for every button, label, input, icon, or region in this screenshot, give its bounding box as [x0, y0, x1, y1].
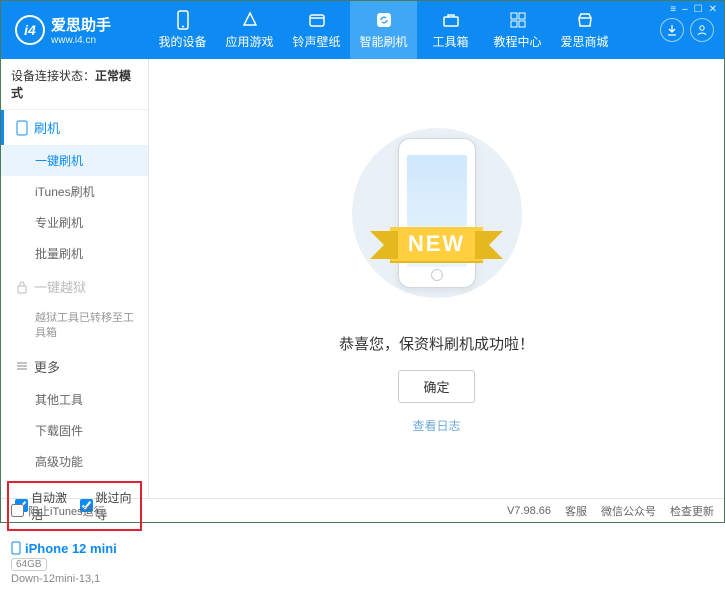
version-label: V7.98.66 — [507, 505, 551, 517]
nav-apps-games[interactable]: 应用游戏 — [216, 1, 283, 59]
download-button[interactable] — [660, 18, 684, 42]
support-link[interactable]: 客服 — [565, 503, 587, 519]
check-update-link[interactable]: 检查更新 — [670, 503, 714, 519]
ok-button[interactable]: 确定 — [398, 370, 474, 403]
success-message: 恭喜您，保资料刷机成功啦！ — [339, 333, 534, 354]
nav-tutorials[interactable]: 教程中心 — [484, 1, 551, 59]
app-site: www.i4.cn — [51, 35, 111, 46]
nav-store[interactable]: 爱思商城 — [551, 1, 618, 59]
app-header: i4 爱思助手 www.i4.cn 我的设备 应用游戏 铃声壁纸 智能刷机 工具… — [1, 1, 724, 59]
sidebar-group-jailbreak[interactable]: 一键越狱 — [1, 269, 148, 304]
device-panel[interactable]: iPhone 12 mini 64GB Down-12mini-13,1 — [1, 535, 148, 591]
close-icon[interactable]: ✕ — [709, 4, 717, 15]
refresh-icon — [374, 10, 394, 30]
nav-label: 智能刷机 — [359, 33, 407, 50]
store-icon — [575, 10, 595, 30]
minimize-icon[interactable]: – — [682, 4, 688, 15]
toolbox-icon — [441, 10, 461, 30]
nav-label: 爱思商城 — [560, 33, 608, 50]
phone-icon — [16, 120, 28, 136]
sidebar-group-flash[interactable]: 刷机 — [1, 110, 148, 145]
nav-label: 工具箱 — [432, 33, 468, 50]
sidebar-item-other-tools[interactable]: 其他工具 — [1, 384, 148, 415]
maximize-icon[interactable]: ☐ — [694, 4, 703, 15]
phone-graphic — [398, 138, 476, 288]
logo-icon: i4 — [15, 15, 45, 45]
menu-icon[interactable]: ≡ — [670, 4, 676, 15]
sidebar-item-pro-flash[interactable]: 专业刷机 — [1, 207, 148, 238]
main-nav: 我的设备 应用游戏 铃声壁纸 智能刷机 工具箱 教程中心 爱思商城 — [149, 1, 660, 59]
nav-my-device[interactable]: 我的设备 — [149, 1, 216, 59]
device-detail: Down-12mini-13,1 — [11, 573, 138, 585]
sidebar-item-download-firmware[interactable]: 下载固件 — [1, 415, 148, 446]
nav-toolbox[interactable]: 工具箱 — [417, 1, 484, 59]
app-name: 爱思助手 — [51, 14, 111, 35]
view-log-link[interactable]: 查看日志 — [412, 417, 460, 434]
main-content: NEW 恭喜您，保资料刷机成功啦！ 确定 查看日志 — [149, 59, 724, 498]
sidebar-item-oneclick-flash[interactable]: 一键刷机 — [1, 145, 148, 176]
nav-label: 教程中心 — [493, 33, 541, 50]
sidebar-item-batch-flash[interactable]: 批量刷机 — [1, 238, 148, 269]
lock-icon — [16, 280, 28, 294]
new-ribbon: NEW — [390, 227, 483, 261]
phone-icon — [11, 541, 21, 555]
sidebar-group-more[interactable]: 更多 — [1, 349, 148, 384]
nav-label: 应用游戏 — [225, 33, 273, 50]
jailbreak-note: 越狱工具已转移至工具箱 — [1, 304, 148, 349]
checkbox-block-itunes[interactable]: 阻止iTunes运行 — [11, 503, 105, 519]
nav-label: 铃声壁纸 — [292, 33, 340, 50]
phone-icon — [173, 10, 193, 30]
nav-label: 我的设备 — [158, 33, 206, 50]
wallet-icon — [307, 10, 327, 30]
nav-ringtones[interactable]: 铃声壁纸 — [283, 1, 350, 59]
nav-smart-flash[interactable]: 智能刷机 — [350, 1, 417, 59]
wechat-link[interactable]: 微信公众号 — [601, 503, 656, 519]
user-button[interactable] — [690, 18, 714, 42]
device-name: iPhone 12 mini — [25, 541, 117, 556]
sidebar: 设备连接状态：正常模式 刷机 一键刷机 iTunes刷机 专业刷机 批量刷机 一… — [1, 59, 149, 498]
apps-icon — [240, 10, 260, 30]
device-capacity: 64GB — [11, 558, 47, 571]
grid-icon — [508, 10, 528, 30]
sidebar-item-advanced[interactable]: 高级功能 — [1, 446, 148, 477]
success-illustration: NEW — [347, 123, 527, 303]
logo-area: i4 爱思助手 www.i4.cn — [1, 14, 149, 46]
device-status: 设备连接状态：正常模式 — [1, 59, 148, 110]
sidebar-item-itunes-flash[interactable]: iTunes刷机 — [1, 176, 148, 207]
window-controls: ≡ – ☐ ✕ — [670, 4, 717, 15]
more-icon — [16, 360, 28, 372]
